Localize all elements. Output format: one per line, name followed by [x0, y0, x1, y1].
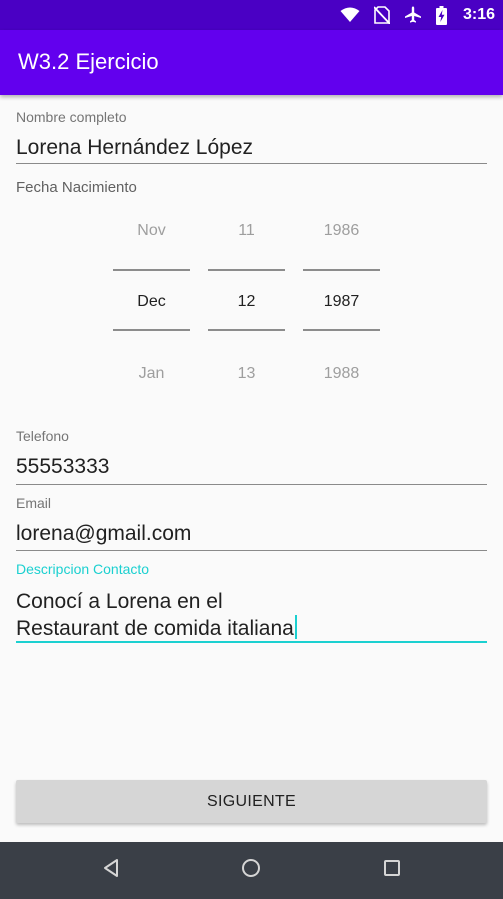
phone-field[interactable]: 55553333 — [16, 455, 109, 479]
description-field[interactable]: Conocí a Lorena en el Restaurant de comi… — [16, 588, 297, 642]
email-label: Email — [16, 495, 52, 511]
year-prev[interactable]: 1986 — [303, 222, 380, 240]
birth-date-label: Fecha Nacimiento — [16, 179, 137, 196]
year-picker[interactable]: 1986 1987 1988 — [303, 210, 380, 390]
year-selected[interactable]: 1987 — [303, 293, 380, 311]
day-selected[interactable]: 12 — [208, 293, 285, 311]
back-button[interactable] — [81, 842, 141, 899]
day-next[interactable]: 13 — [208, 365, 285, 383]
email-field-underline — [16, 550, 487, 551]
month-selected[interactable]: Dec — [113, 293, 190, 311]
no-sim-icon — [373, 6, 390, 24]
wifi-icon — [340, 7, 360, 23]
month-next[interactable]: Jan — [113, 365, 190, 383]
battery-charging-icon — [435, 5, 447, 25]
month-picker[interactable]: Nov Dec Jan — [113, 210, 190, 390]
text-cursor — [294, 615, 297, 639]
name-field-underline — [16, 163, 487, 164]
home-button[interactable] — [221, 842, 281, 899]
day-divider-bottom — [208, 329, 285, 331]
phone-label: Telefono — [16, 428, 69, 444]
description-field-underline — [16, 641, 487, 643]
status-icons: 3:16 — [340, 0, 495, 30]
description-line-1: Conocí a Lorena en el — [16, 590, 223, 613]
recents-icon — [383, 859, 401, 882]
day-divider-top — [208, 269, 285, 271]
year-divider-top — [303, 269, 380, 271]
month-prev[interactable]: Nov — [113, 222, 190, 240]
home-icon — [240, 857, 262, 884]
year-divider-bottom — [303, 329, 380, 331]
month-divider-top — [113, 269, 190, 271]
name-field[interactable]: Lorena Hernández López — [16, 136, 253, 160]
year-next[interactable]: 1988 — [303, 365, 380, 383]
airplane-icon — [404, 6, 422, 24]
description-line-2-wrap: Restaurant de comida italiana — [16, 615, 297, 642]
recents-button[interactable] — [362, 842, 422, 899]
email-field[interactable]: lorena@gmail.com — [16, 522, 191, 546]
app-bar: W3.2 Ejercicio — [0, 30, 503, 95]
day-prev[interactable]: 11 — [208, 222, 285, 240]
month-divider-bottom — [113, 329, 190, 331]
phone-field-underline — [16, 484, 487, 485]
app-title: W3.2 Ejercicio — [18, 49, 159, 74]
status-time: 3:16 — [462, 6, 495, 23]
description-label: Descripcion Contacto — [16, 561, 150, 577]
navigation-bar — [0, 842, 503, 899]
back-icon — [102, 858, 120, 883]
name-label: Nombre completo — [16, 109, 127, 125]
description-line-2: Restaurant de comida italiana — [16, 617, 294, 640]
status-bar: 3:16 — [0, 0, 503, 30]
day-picker[interactable]: 11 12 13 — [208, 210, 285, 390]
next-button[interactable]: SIGUIENTE — [16, 780, 487, 823]
